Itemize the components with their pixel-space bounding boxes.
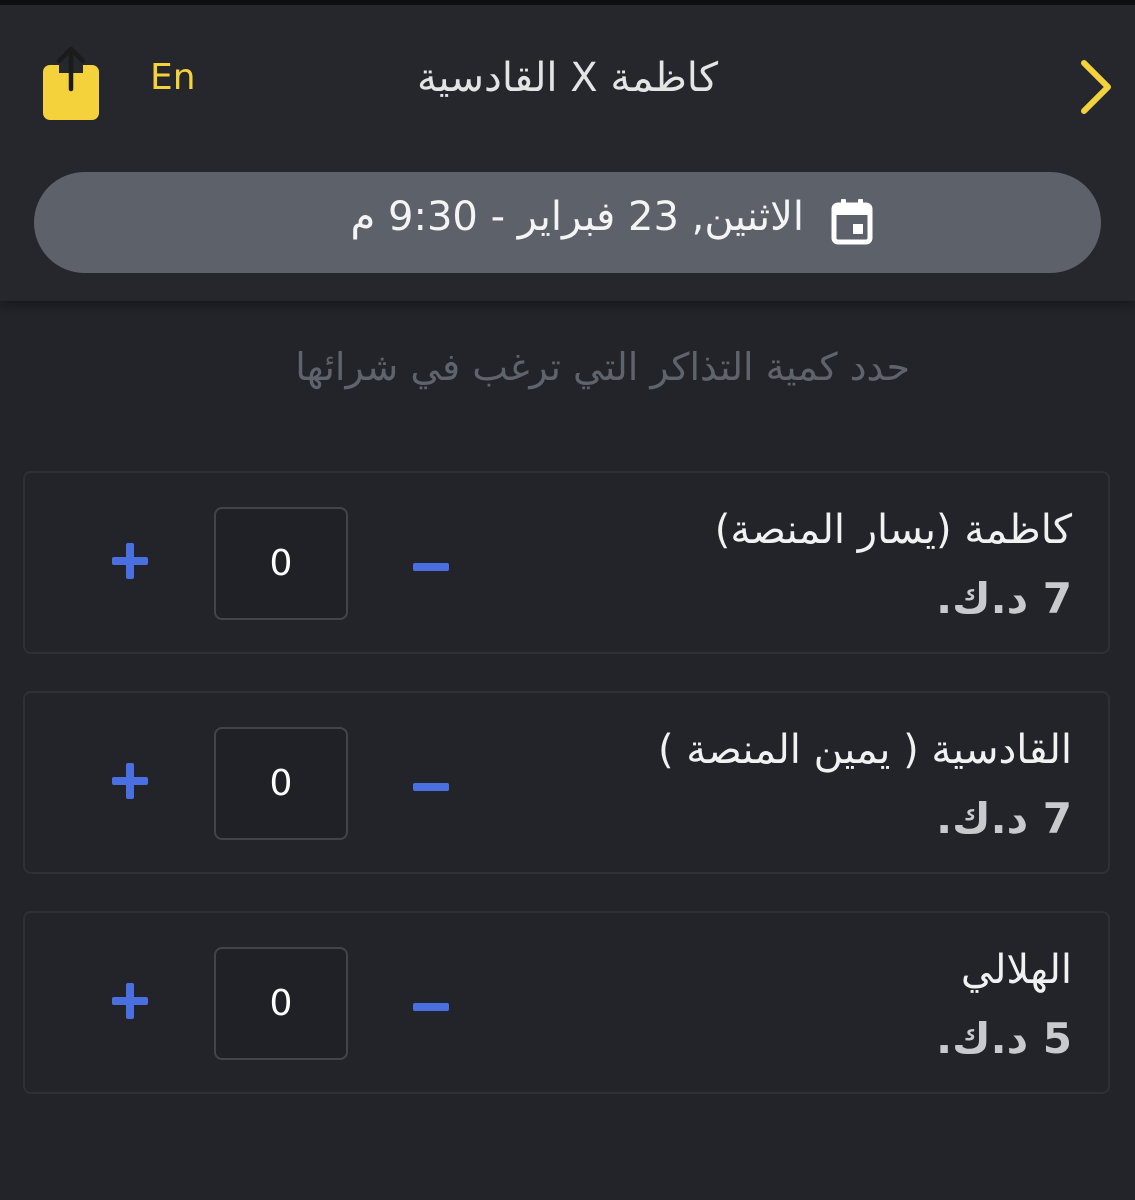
plus-icon bbox=[112, 983, 148, 1019]
decrement-button[interactable] bbox=[413, 777, 449, 791]
minus-icon bbox=[413, 563, 449, 571]
share-icon bbox=[43, 46, 99, 120]
quantity-field[interactable]: 0 bbox=[214, 947, 348, 1060]
calendar-icon bbox=[831, 199, 873, 245]
share-button[interactable] bbox=[40, 43, 102, 123]
decrement-button[interactable] bbox=[413, 997, 449, 1011]
plus-icon bbox=[112, 543, 148, 579]
ticket-price: 5 د.ك. bbox=[936, 1014, 1072, 1063]
ticket-card: القادسية ( يمين المنصة ) 7 د.ك. 0 bbox=[23, 691, 1110, 874]
increment-button[interactable] bbox=[110, 761, 150, 801]
page-title: كاظمة X القادسية bbox=[416, 55, 719, 101]
ticket-card: الهلالي 5 د.ك. 0 bbox=[23, 911, 1110, 1094]
minus-icon bbox=[413, 783, 449, 791]
decrement-button[interactable] bbox=[413, 557, 449, 571]
chevron-right-icon bbox=[1081, 60, 1111, 114]
back-button[interactable] bbox=[1076, 55, 1120, 119]
quantity-field[interactable]: 0 bbox=[214, 507, 348, 620]
ticket-name: الهلالي bbox=[960, 947, 1072, 993]
quantity-field[interactable]: 0 bbox=[214, 727, 348, 840]
plus-icon bbox=[112, 763, 148, 799]
ticket-name: كاظمة (يسار المنصة) bbox=[714, 507, 1072, 553]
language-toggle-button[interactable]: En bbox=[150, 57, 196, 98]
ticket-name: القادسية ( يمين المنصة ) bbox=[657, 727, 1072, 773]
instruction-text: حدد كمية التذاكر التي ترغب في شرائها bbox=[295, 345, 910, 389]
minus-icon bbox=[413, 1003, 449, 1011]
increment-button[interactable] bbox=[110, 981, 150, 1021]
date-selector[interactable]: الاثنين, 23 فبراير - 9:30 م bbox=[34, 172, 1101, 273]
ticket-price: 7 د.ك. bbox=[936, 794, 1072, 843]
date-text: الاثنين, 23 فبراير - 9:30 م bbox=[350, 194, 804, 240]
ticket-card: كاظمة (يسار المنصة) 7 د.ك. 0 bbox=[23, 471, 1110, 654]
increment-button[interactable] bbox=[110, 541, 150, 581]
header: En كاظمة X القادسية الاثنين, 23 فبراير -… bbox=[0, 5, 1135, 301]
ticket-price: 7 د.ك. bbox=[936, 574, 1072, 623]
